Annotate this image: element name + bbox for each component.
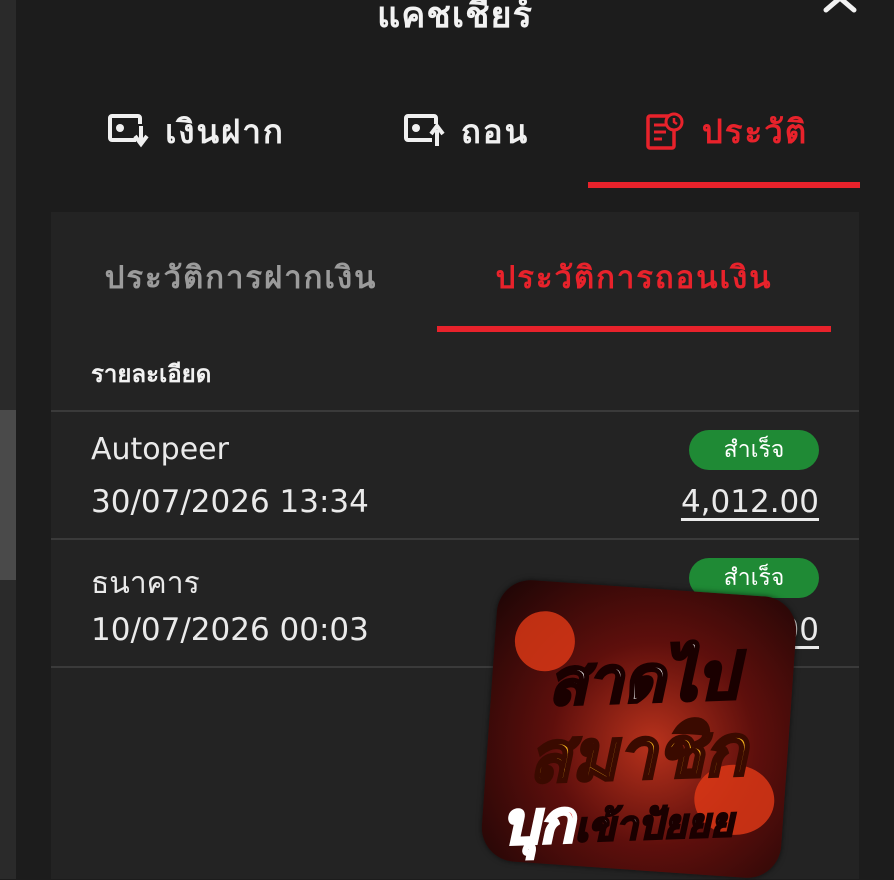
promo-line-3: บุกเข้าปัยยย <box>480 767 785 871</box>
promo-line-3a: บุก <box>499 786 576 859</box>
row-datetime: 10/07/2026 00:03 <box>91 612 369 648</box>
status-badge: สำเร็จ <box>689 430 819 470</box>
tab-history-label: ประวัติ <box>701 111 809 151</box>
list-header: รายละเอียด <box>91 360 212 388</box>
tab-deposit[interactable]: เงินฝาก <box>96 96 296 166</box>
subtab-deposit-history-label: ประวัติการฝากเงิน <box>104 260 378 296</box>
side-drawer-handle[interactable] <box>0 410 16 580</box>
tab-history[interactable]: ประวัติ <box>626 96 826 166</box>
modal-title: แคชเชียร์ <box>377 0 533 36</box>
history-icon <box>646 112 684 150</box>
promo-line-3b: เข้าปัยยย <box>573 799 736 853</box>
row-method: ธนาคาร <box>91 566 200 601</box>
subtab-withdraw-history[interactable]: ประวัติการถอนเงิน <box>437 242 831 312</box>
tab-withdraw-label: ถอน <box>460 111 530 151</box>
deposit-icon <box>108 114 149 148</box>
table-row[interactable]: Autopeer 30/07/2026 13:34 สำเร็จ 4,012.0… <box>51 412 859 538</box>
withdraw-icon <box>403 114 445 146</box>
tab-withdraw[interactable]: ถอน <box>391 96 541 166</box>
row-method: Autopeer <box>91 432 229 467</box>
row-datetime: 30/07/2026 13:34 <box>91 484 369 520</box>
active-subtab-indicator <box>437 326 831 332</box>
close-button[interactable] <box>816 0 864 26</box>
subtab-withdraw-history-label: ประวัติการถอนเงิน <box>495 260 773 296</box>
subtab-deposit-history[interactable]: ประวัติการฝากเงิน <box>71 242 411 312</box>
promo-sticker: สาดไป สมาชิก บุกเข้าปัยยย <box>479 577 799 880</box>
close-icon <box>823 0 857 13</box>
active-tab-indicator <box>588 182 860 188</box>
tab-deposit-label: เงินฝาก <box>165 111 285 151</box>
row-amount[interactable]: 4,012.00 <box>681 484 819 520</box>
